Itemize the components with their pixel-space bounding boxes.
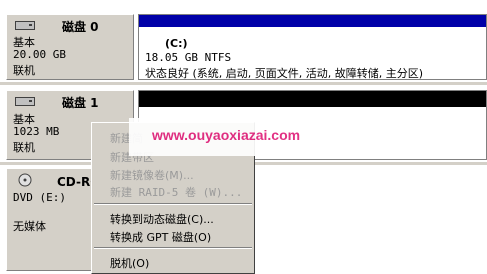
volume-drive: (C:) (165, 37, 188, 50)
watermark-overlay: www.ouyaoxiazai.com (129, 118, 338, 156)
unallocated-bar (139, 91, 486, 107)
menu-item-new-raid5-volume: 新建 RAID-5 卷 (W)... (110, 186, 243, 199)
cdrom-icon (18, 173, 32, 187)
volume-status: 状态良好 (系统, 启动, 页面文件, 活动, 故障转储, 主分区) (145, 67, 424, 80)
primary-partition-bar (139, 15, 486, 27)
disk-status: 联机 (13, 64, 35, 77)
disk-0-header[interactable]: 磁盘 0 基本 20.00 GB 联机 (6, 14, 134, 80)
menu-item-convert-gpt[interactable]: 转换成 GPT 磁盘(O) (110, 229, 211, 245)
menu-item-new-mirrored-volume: 新建镜像卷(M)... (110, 169, 194, 182)
volume-c[interactable]: (C:) 18.05 GB NTFS 状态良好 (系统, 启动, 页面文件, 活… (138, 14, 487, 80)
disk-size: 20.00 GB (13, 48, 66, 61)
disk-name: 磁盘 0 (62, 20, 99, 34)
cdrom-type: DVD (E:) (13, 191, 66, 204)
menu-divider (94, 203, 252, 205)
disk-size: 1023 MB (13, 125, 60, 138)
disk-icon (15, 21, 35, 30)
watermark-text: www.ouyaoxiazai.com (152, 127, 301, 143)
disk-icon (15, 97, 35, 106)
disk-status: 联机 (13, 141, 35, 154)
volume-size-fs: 18.05 GB NTFS (145, 51, 232, 64)
row-separator (0, 82, 487, 85)
menu-item-convert-dynamic[interactable]: 转换到动态磁盘(C)... (110, 211, 214, 227)
menu-divider (94, 247, 252, 249)
disk-name: 磁盘 1 (62, 96, 99, 110)
menu-item-offline[interactable]: 脱机(O) (110, 255, 149, 271)
cdrom-status: 无媒体 (13, 220, 46, 233)
